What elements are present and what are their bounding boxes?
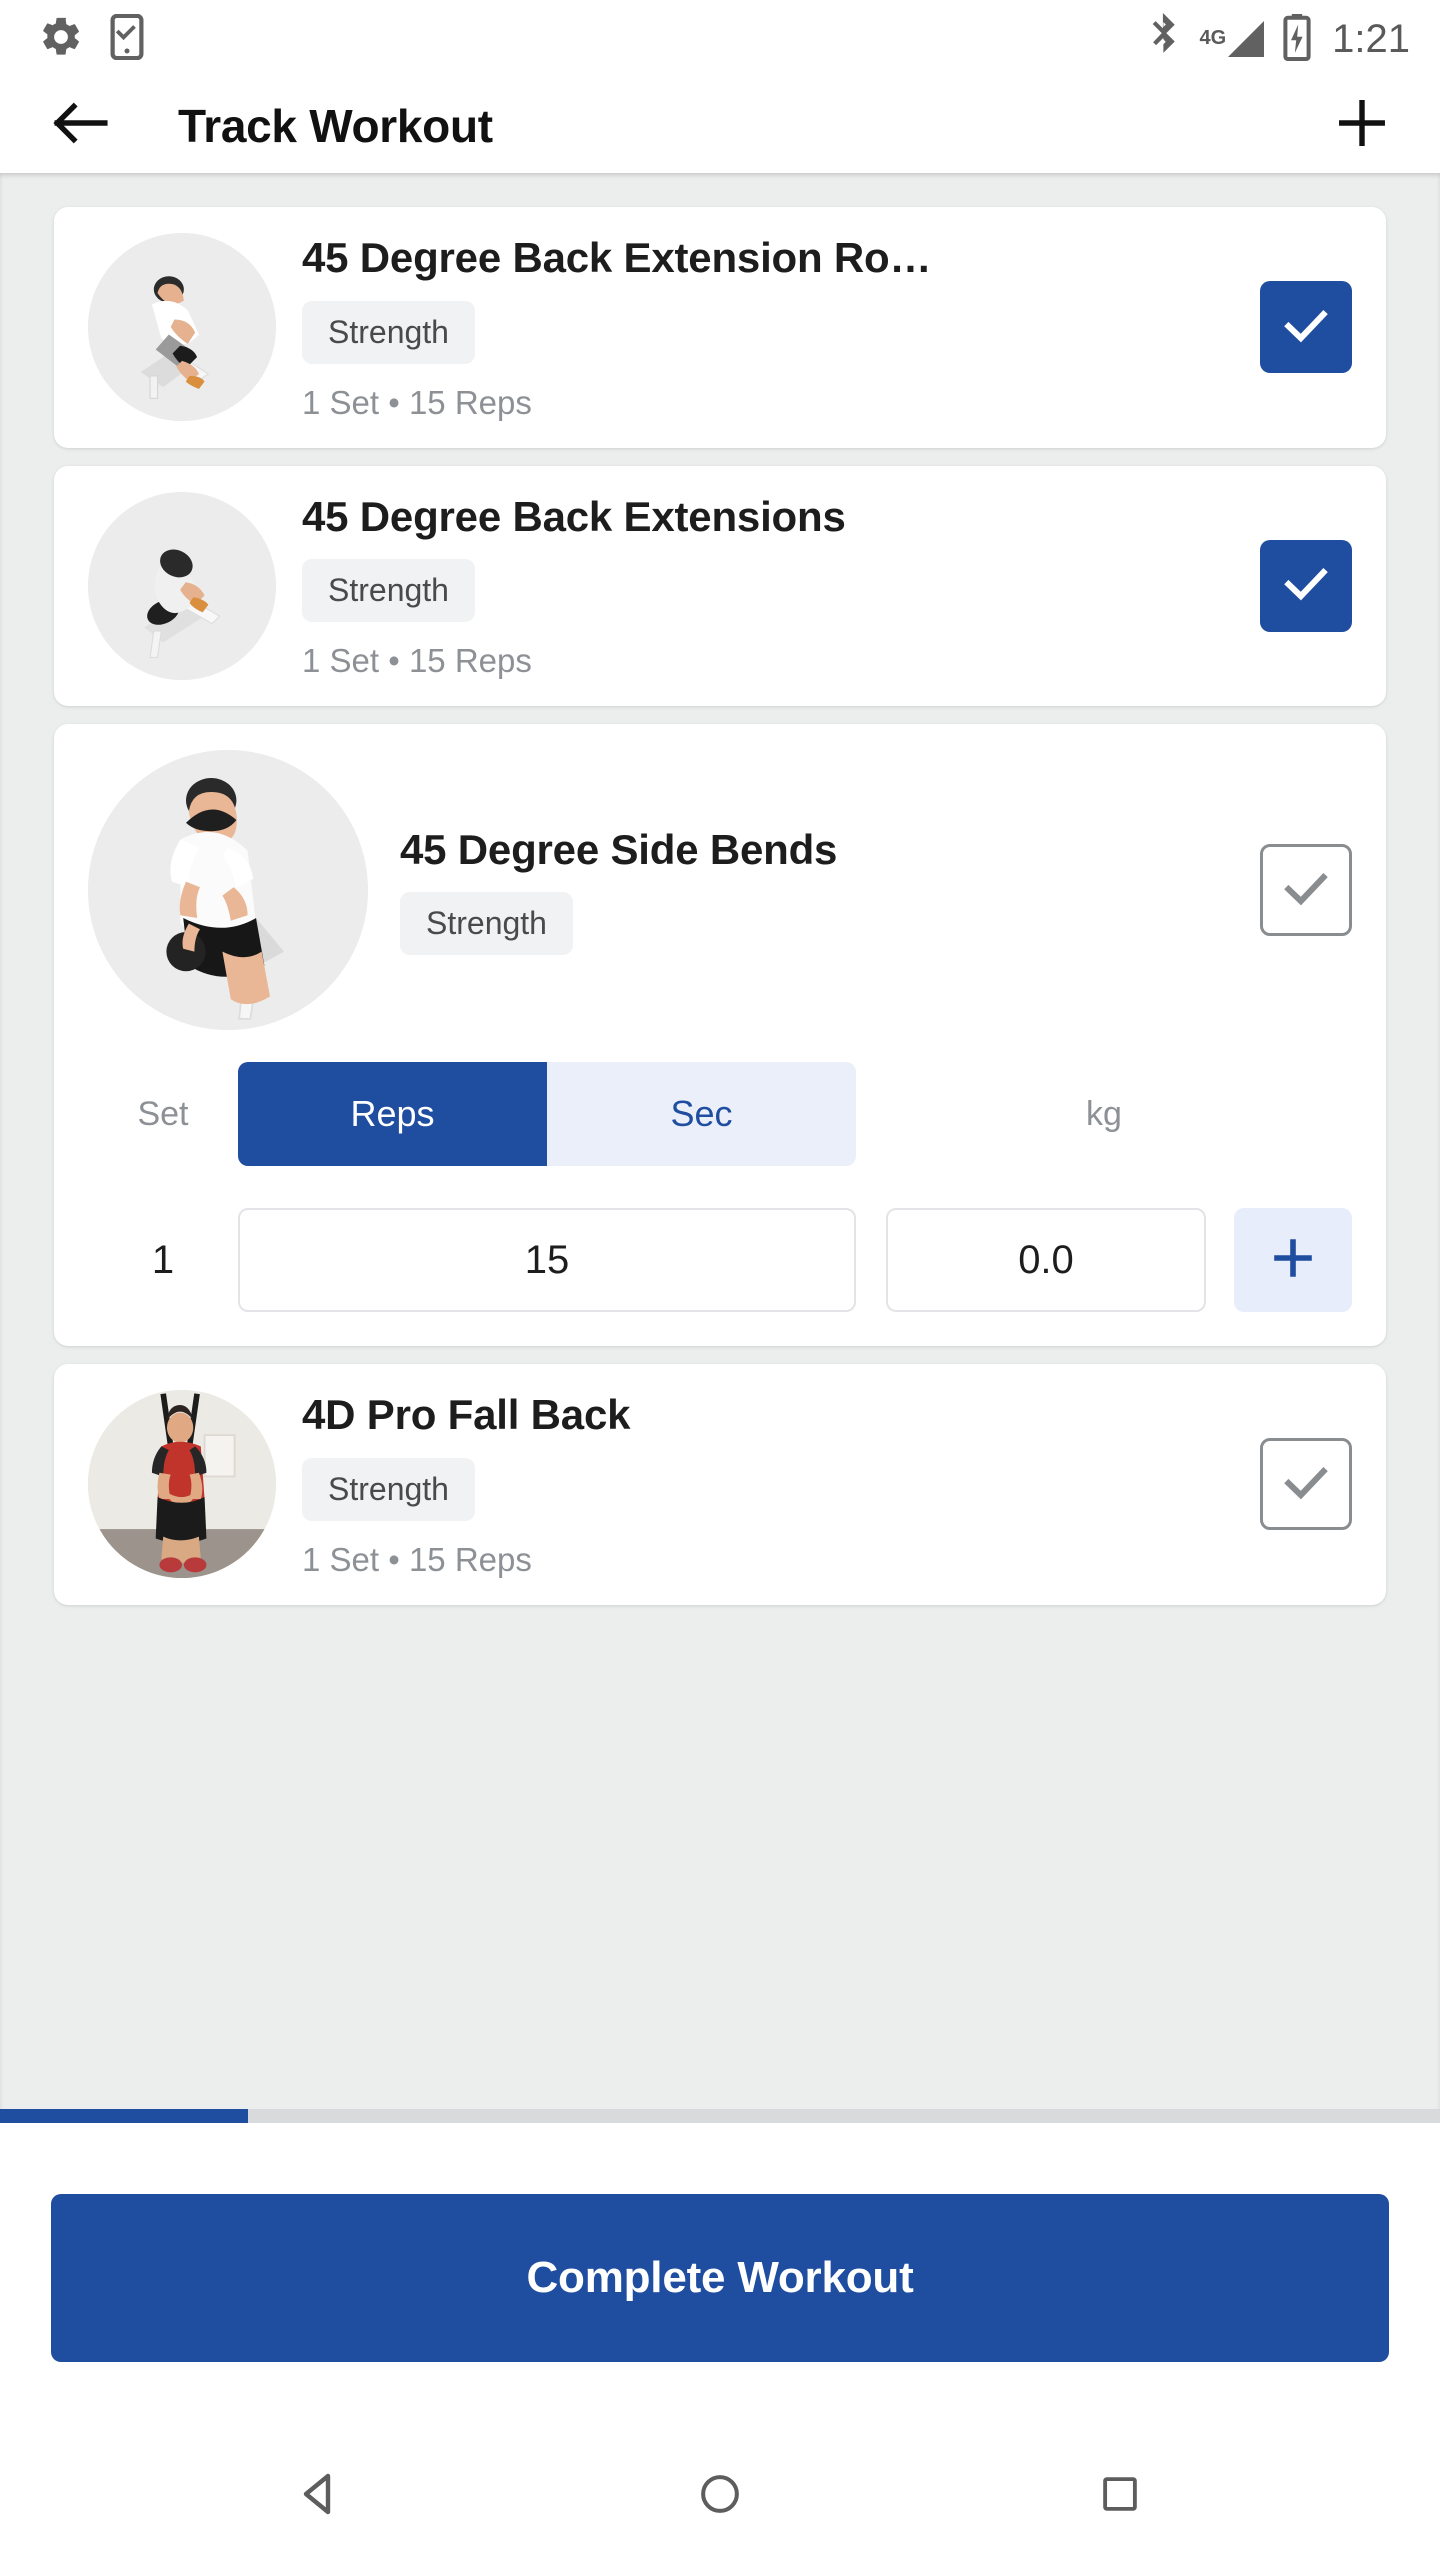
set-column-label: Set	[137, 1094, 189, 1133]
exercise-card[interactable]: 4D Pro Fall Back Strength 1 Set • 15 Rep…	[54, 1364, 1386, 1605]
check-icon	[1278, 860, 1334, 921]
exercise-details: 45 Degree Back Extension Ro… Strength 1 …	[276, 233, 1260, 422]
signal-4g-icon: 4G	[1193, 17, 1268, 61]
exercise-thumbnail	[88, 491, 276, 680]
weight-unit-label: kg	[1086, 1094, 1122, 1133]
exercise-card-header[interactable]: 4D Pro Fall Back Strength 1 Set • 15 Rep…	[54, 1364, 1386, 1605]
exercise-details: 45 Degree Side Bends Strength	[368, 825, 1260, 956]
exercise-complete-checkbox[interactable]	[1260, 1438, 1352, 1531]
bottom-action-bar: Complete Workout	[0, 2123, 1440, 2433]
exercise-meta: 1 Set • 15 Reps	[302, 1540, 532, 1578]
complete-workout-button[interactable]: Complete Workout	[51, 2194, 1389, 2362]
exercise-category-chip: Strength	[302, 559, 475, 623]
exercise-title: 45 Degree Back Extensions	[302, 492, 846, 540]
exercise-title: 45 Degree Back Extension Ro…	[302, 234, 932, 281]
bluetooth-icon	[1145, 12, 1179, 67]
status-bar-right-icons: 4G 1:21	[1145, 12, 1410, 67]
plus-icon	[1269, 1234, 1317, 1287]
app-bar: Track Workout	[0, 78, 1440, 173]
reps-sec-toggle[interactable]: Reps Sec	[238, 1062, 856, 1167]
add-exercise-button[interactable]	[1332, 96, 1392, 156]
exercise-card-header[interactable]: 45 Degree Side Bends Strength	[54, 724, 1386, 1056]
scroll-indicator[interactable]	[0, 2109, 1440, 2123]
exercise-complete-checkbox[interactable]	[1260, 844, 1352, 937]
exercise-title: 4D Pro Fall Back	[302, 1391, 631, 1439]
back-button[interactable]	[50, 96, 110, 156]
exercise-meta: 1 Set • 15 Reps	[302, 383, 532, 421]
status-bar-clock: 1:21	[1332, 16, 1410, 61]
nav-back-icon	[296, 2470, 344, 2523]
nav-back-button[interactable]	[255, 2447, 385, 2547]
back-extension-row-thumbnail	[88, 233, 276, 422]
exercise-card[interactable]: 45 Degree Back Extensions Strength 1 Set…	[54, 465, 1386, 707]
settings-gear-icon	[38, 14, 84, 65]
plus-icon	[1335, 96, 1389, 155]
set-tracker-header: Set Reps Sec kg	[88, 1062, 1352, 1167]
exercise-thumbnail	[88, 233, 276, 422]
exercise-thumbnail	[88, 1390, 276, 1579]
scroll-thumb[interactable]	[0, 2109, 248, 2123]
back-arrow-icon	[51, 98, 109, 153]
set-row: 1 15 0.0	[88, 1208, 1352, 1313]
exercise-meta: 1 Set • 15 Reps	[302, 642, 532, 680]
nav-recents-button[interactable]	[1055, 2447, 1185, 2547]
tab-sec[interactable]: Sec	[547, 1062, 856, 1167]
exercise-title: 45 Degree Side Bends	[400, 825, 838, 873]
side-bend-thumbnail	[88, 750, 368, 1031]
exercise-list[interactable]: 45 Degree Back Extension Ro… Strength 1 …	[0, 173, 1440, 2123]
exercise-card-header[interactable]: 45 Degree Back Extensions Strength 1 Set…	[54, 466, 1386, 707]
exercise-details: 45 Degree Back Extensions Strength 1 Set…	[276, 492, 1260, 681]
exercise-card-expanded[interactable]: 45 Degree Side Bends Strength Set Reps S…	[54, 724, 1386, 1347]
set-tracker: Set Reps Sec kg 1 15 0.0	[54, 1062, 1386, 1346]
exercise-complete-checkbox[interactable]	[1260, 539, 1352, 632]
check-icon	[1278, 297, 1334, 358]
nav-home-button[interactable]	[655, 2447, 785, 2547]
status-bar: 4G 1:21	[0, 0, 1440, 78]
check-icon	[1278, 555, 1334, 616]
reps-input[interactable]: 15	[238, 1208, 856, 1313]
set-number: 1	[151, 1237, 175, 1282]
exercise-card[interactable]: 45 Degree Back Extension Ro… Strength 1 …	[54, 207, 1386, 448]
back-extension-thumbnail	[88, 491, 276, 680]
exercise-complete-checkbox[interactable]	[1260, 281, 1352, 374]
exercise-category-chip: Strength	[302, 300, 475, 364]
phone-screen: 4G 1:21 Track Workout 45 Degree Back Ext…	[0, 0, 1440, 2560]
check-icon	[1278, 1454, 1334, 1515]
exercise-card-header[interactable]: 45 Degree Back Extension Ro… Strength 1 …	[54, 207, 1386, 448]
status-bar-left-icons	[38, 13, 148, 65]
battery-charging-icon	[1282, 13, 1312, 66]
exercise-category-chip: Strength	[400, 892, 573, 956]
exercise-details: 4D Pro Fall Back Strength 1 Set • 15 Rep…	[276, 1390, 1260, 1579]
android-nav-bar	[0, 2433, 1440, 2560]
network-type-label: 4G	[1199, 27, 1227, 49]
phone-check-icon	[106, 13, 148, 65]
fall-back-thumbnail	[88, 1390, 276, 1579]
nav-home-icon	[698, 2472, 742, 2521]
page-title: Track Workout	[178, 99, 493, 152]
tab-reps[interactable]: Reps	[238, 1062, 547, 1167]
add-set-button[interactable]	[1234, 1208, 1352, 1313]
exercise-thumbnail	[88, 750, 368, 1031]
nav-recents-icon	[1099, 2473, 1141, 2520]
exercise-category-chip: Strength	[302, 1457, 475, 1521]
weight-input[interactable]: 0.0	[886, 1208, 1206, 1313]
